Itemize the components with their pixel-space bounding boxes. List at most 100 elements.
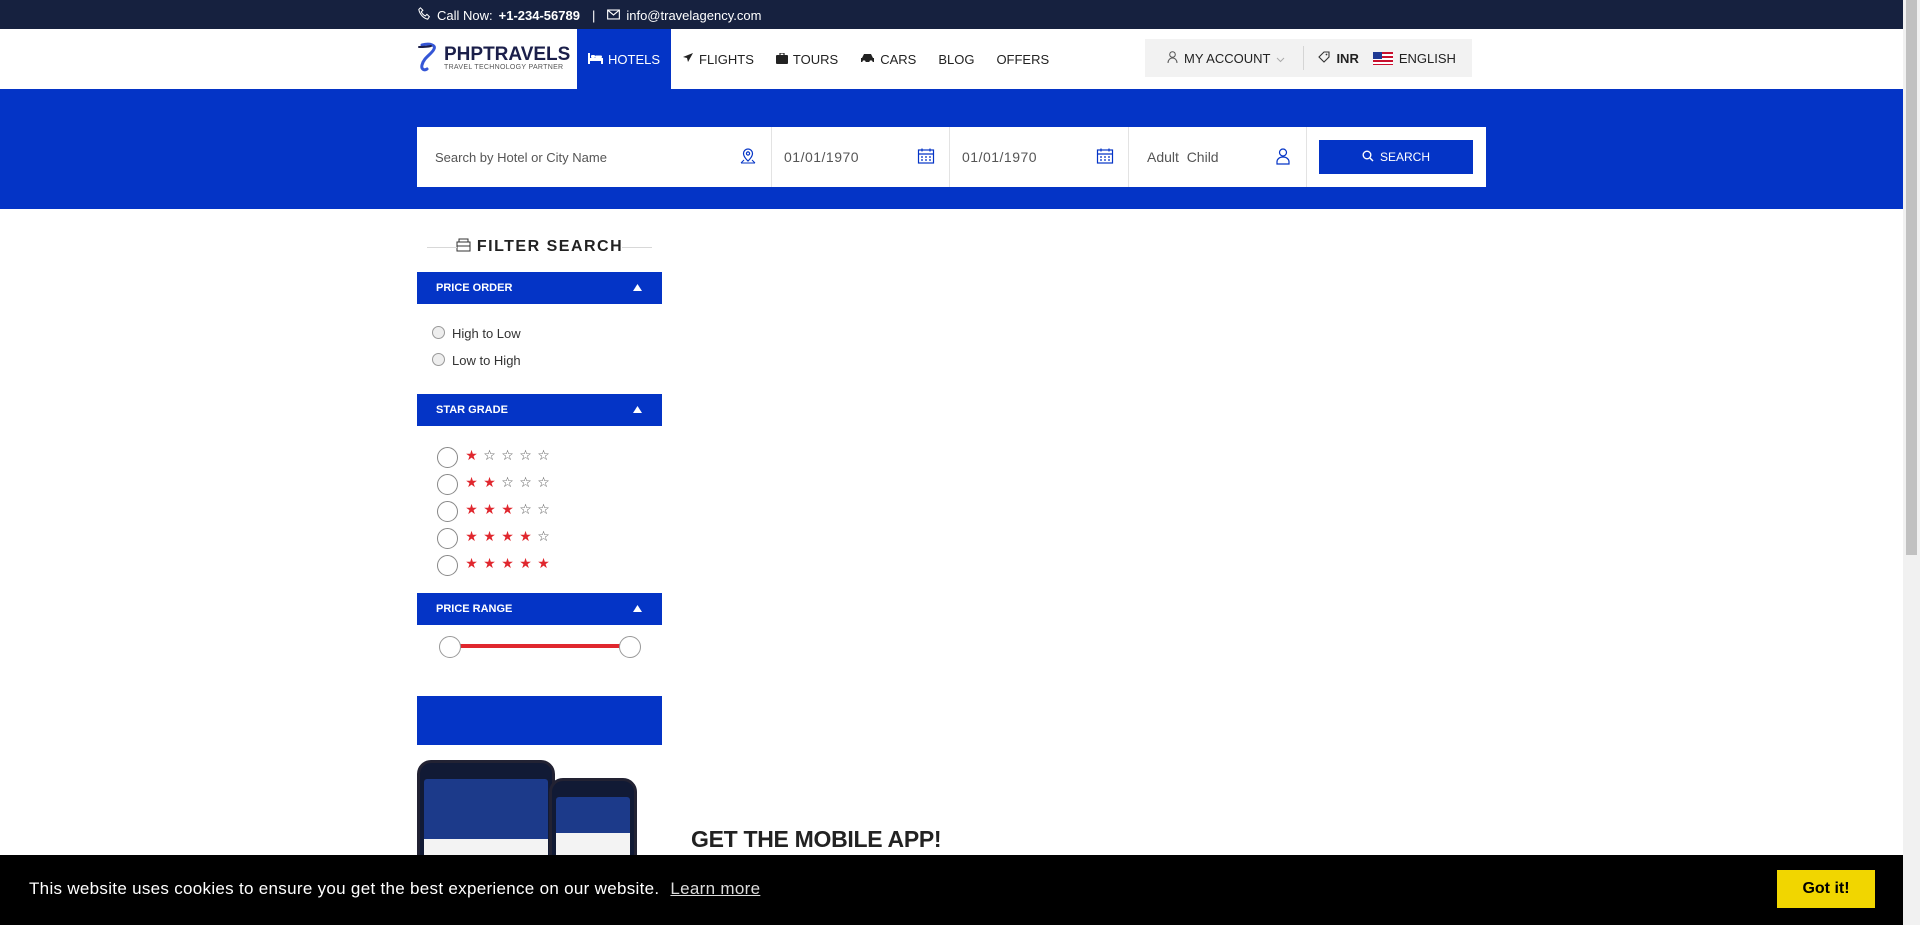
nav-label: HOTELS (608, 51, 661, 67)
star-grade-option[interactable]: ★ ★ ★ ★ ★ (437, 550, 642, 577)
price-order-options: High to Low Low to High (417, 304, 662, 386)
nav-hotels[interactable]: HOTELS (577, 29, 672, 89)
radio-button[interactable] (437, 501, 458, 522)
destination-input[interactable]: Search by Hotel or City Name (435, 150, 607, 165)
star-grade-option[interactable]: ★ ☆ ☆ ☆ ☆ (437, 442, 642, 469)
star-filled-icon: ★ (483, 528, 496, 544)
star-empty-icon: ☆ (501, 474, 514, 490)
app-promo-banner (417, 696, 662, 745)
nav-tours[interactable]: TOURS (765, 29, 849, 89)
star-empty-icon: ☆ (501, 447, 514, 463)
main-header: PHPTRAVELS TRAVEL TECHNOLOGY PARTNER HOT… (0, 29, 1903, 89)
nav-label: OFFERS (996, 51, 1050, 67)
star-filled-icon: ★ (465, 501, 478, 517)
price-range-header[interactable]: PRICE RANGE (417, 593, 662, 625)
logo-name: PHPTRAVELS (444, 43, 571, 65)
star-empty-icon: ☆ (537, 447, 550, 463)
price-order-option[interactable]: High to Low (432, 320, 647, 347)
panel-title: STAR GRADE (436, 404, 508, 416)
star-filled-icon: ★ (501, 501, 514, 517)
radio-button[interactable] (437, 528, 458, 549)
nav-label: FLIGHTS (699, 51, 754, 67)
map-pin-icon (739, 147, 757, 168)
price-range-max-handle[interactable] (619, 636, 641, 658)
my-account-dropdown[interactable]: MY ACCOUNT (1145, 46, 1305, 70)
star-filled-icon: ★ (465, 447, 478, 463)
option-label: Low to High (452, 353, 521, 368)
radio-button[interactable] (432, 325, 445, 339)
nav-offers[interactable]: OFFERS (985, 29, 1060, 89)
search-form: Search by Hotel or City Name 01/01/1970 … (417, 127, 1486, 187)
star-filled-icon: ★ (483, 501, 496, 517)
checkout-field[interactable]: 01/01/1970 (950, 127, 1129, 187)
guests-field[interactable]: Adult Child (1129, 127, 1307, 187)
cookie-accept-button[interactable]: Got it! (1777, 870, 1875, 908)
nav-flights[interactable]: FLIGHTS (671, 29, 765, 89)
price-range-min-handle[interactable] (439, 636, 461, 658)
caret-up-icon (633, 282, 642, 294)
star-grade-option[interactable]: ★ ★ ★ ★ ☆ (437, 523, 642, 550)
search-icon (1362, 150, 1374, 165)
language-selector[interactable]: ENGLISH (1372, 50, 1456, 66)
filter-title-label: FILTER SEARCH (476, 238, 624, 255)
us-flag-icon (1372, 51, 1393, 65)
page-scrollbar[interactable] (1903, 0, 1920, 925)
learn-more-link[interactable]: Learn more (670, 879, 760, 898)
nav-cars[interactable]: CARS (849, 29, 927, 89)
panel-title: PRICE ORDER (436, 282, 513, 294)
price-order-option[interactable]: Low to High (432, 347, 647, 374)
price-order-header[interactable]: PRICE ORDER (417, 272, 662, 304)
radio-button[interactable] (437, 447, 458, 468)
search-button[interactable]: SEARCH (1319, 140, 1473, 174)
destination-field[interactable]: Search by Hotel or City Name (417, 127, 772, 187)
main-nav: HOTELS FLIGHTS TOURS CARS BLOG OFFERS (577, 29, 1060, 89)
star-filled-icon: ★ (501, 528, 514, 544)
logo-mark-icon (418, 42, 436, 72)
phone-number[interactable]: +1-234-56789 (499, 8, 580, 23)
checkin-input[interactable]: 01/01/1970 (784, 149, 859, 165)
star-grade-header[interactable]: STAR GRADE (417, 394, 662, 426)
mobile-app-title: GET THE MOBILE APP! (691, 826, 942, 852)
star-grade-options: ★ ☆ ☆ ☆ ☆ ★ ★ ☆ ☆ ☆ ★ ★ ★ ☆ ☆ ★ ★ ★ ★ ☆ ★ ★ ★ ★ ★ (417, 426, 662, 591)
option-label: High to Low (452, 326, 521, 341)
scrollbar-thumb[interactable] (1906, 0, 1917, 555)
radio-button[interactable] (437, 474, 458, 495)
price-range-slider[interactable] (417, 625, 662, 665)
radio-button[interactable] (432, 352, 445, 366)
filter-icon (456, 238, 471, 257)
language-label: ENGLISH (1398, 50, 1456, 66)
radio-button[interactable] (437, 555, 458, 576)
star-grade-option[interactable]: ★ ★ ★ ☆ ☆ (437, 496, 642, 523)
cookie-text: This website uses cookies to ensure you … (29, 879, 660, 898)
guests-input[interactable]: Adult Child (1147, 149, 1219, 165)
suitcase-icon (775, 51, 788, 67)
caret-up-icon (633, 404, 642, 416)
logo-tagline: TRAVEL TECHNOLOGY PARTNER (444, 63, 564, 71)
currency-selector[interactable]: INR (1304, 51, 1372, 66)
star-empty-icon: ☆ (483, 447, 496, 463)
call-label: Call Now: (437, 7, 493, 23)
star-filled-icon: ★ (465, 555, 478, 571)
star-empty-icon: ☆ (537, 501, 550, 517)
topbar-separator: | (591, 7, 596, 23)
star-filled-icon: ★ (483, 474, 496, 490)
star-filled-icon: ★ (519, 555, 532, 571)
nav-blog[interactable]: BLOG (927, 29, 985, 89)
chevron-down-icon (1276, 51, 1285, 66)
star-filled-icon: ★ (465, 528, 478, 544)
phone-icon (418, 7, 431, 23)
calendar-icon (1096, 147, 1114, 168)
star-empty-icon: ☆ (519, 447, 532, 463)
star-empty-icon: ☆ (537, 474, 550, 490)
plane-icon (682, 52, 694, 67)
star-grade-option[interactable]: ★ ★ ☆ ☆ ☆ (437, 469, 642, 496)
checkin-field[interactable]: 01/01/1970 (772, 127, 950, 187)
logo[interactable]: PHPTRAVELS TRAVEL TECHNOLOGY PARTNER (416, 42, 570, 74)
email-link[interactable]: info@travelagency.com (626, 8, 761, 23)
cookie-banner: This website uses cookies to ensure you … (0, 855, 1903, 925)
star-empty-icon: ☆ (519, 501, 532, 517)
nav-label: BLOG (938, 51, 975, 67)
star-empty-icon: ☆ (519, 474, 532, 490)
my-account-label: MY ACCOUNT (1184, 50, 1271, 66)
checkout-input[interactable]: 01/01/1970 (962, 149, 1037, 165)
